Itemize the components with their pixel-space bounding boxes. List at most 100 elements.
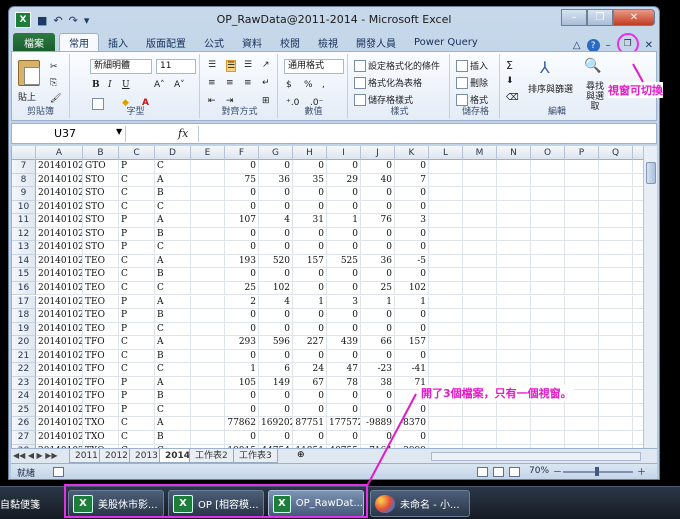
cell[interactable]: [565, 173, 599, 188]
cell[interactable]: [429, 417, 463, 431]
cell[interactable]: [463, 363, 497, 377]
row-header[interactable]: 16: [12, 281, 36, 296]
cell[interactable]: [531, 417, 565, 431]
row-header[interactable]: 20: [12, 336, 36, 350]
cell[interactable]: 177572: [327, 417, 361, 431]
cell[interactable]: 0: [293, 187, 327, 201]
cell[interactable]: C: [119, 200, 155, 215]
cell[interactable]: [191, 227, 225, 242]
cell[interactable]: 0: [259, 390, 293, 404]
cell[interactable]: [463, 187, 497, 201]
cell[interactable]: [565, 322, 599, 337]
cell[interactable]: [429, 403, 463, 418]
fill-icon[interactable]: ⬇: [506, 76, 514, 86]
cell[interactable]: 47: [327, 363, 361, 377]
cell[interactable]: [463, 281, 497, 296]
cell[interactable]: TFO: [83, 403, 119, 418]
cell[interactable]: [463, 431, 497, 445]
cell[interactable]: 0: [293, 281, 327, 296]
cell[interactable]: 0: [259, 349, 293, 364]
cell[interactable]: 0: [327, 200, 361, 215]
cell[interactable]: [191, 431, 225, 445]
cell[interactable]: [565, 417, 599, 431]
cell[interactable]: 0: [361, 227, 395, 242]
font-size-select[interactable]: 11: [156, 59, 196, 74]
cell[interactable]: A: [155, 417, 191, 431]
cell[interactable]: 0: [225, 227, 259, 242]
cell[interactable]: 67: [293, 376, 327, 391]
cell[interactable]: 0: [395, 187, 429, 201]
cell[interactable]: 0: [259, 241, 293, 255]
cell[interactable]: [497, 187, 531, 201]
cell[interactable]: [429, 254, 463, 269]
cell[interactable]: A: [155, 173, 191, 188]
cell[interactable]: 1: [361, 295, 395, 310]
cell[interactable]: STO: [83, 214, 119, 228]
normal-view-icon[interactable]: [477, 467, 488, 477]
cell[interactable]: [497, 281, 531, 296]
cell[interactable]: [531, 187, 565, 201]
cell[interactable]: 0: [327, 390, 361, 404]
cell[interactable]: [565, 363, 599, 377]
tab-home[interactable]: 常用: [59, 33, 99, 51]
cell[interactable]: 29: [327, 173, 361, 188]
autosum-icon[interactable]: Σ: [506, 59, 513, 72]
column-header-b[interactable]: B: [83, 146, 119, 160]
cell[interactable]: [429, 363, 463, 377]
cell[interactable]: C: [119, 187, 155, 201]
row-header[interactable]: 8: [12, 173, 36, 188]
cell[interactable]: A: [155, 254, 191, 269]
cell[interactable]: TEO: [83, 268, 119, 282]
cell[interactable]: 525: [327, 254, 361, 269]
cell[interactable]: [497, 268, 531, 282]
cell[interactable]: 20140102: [36, 227, 83, 242]
zoom-out-button[interactable]: －: [553, 465, 562, 478]
cell[interactable]: 4: [259, 295, 293, 310]
cell[interactable]: TEO: [83, 254, 119, 269]
cell[interactable]: [599, 254, 633, 269]
cell[interactable]: 20140102: [36, 281, 83, 296]
cell[interactable]: [599, 173, 633, 188]
column-header-d[interactable]: D: [155, 146, 191, 160]
cell[interactable]: 20140102: [36, 160, 83, 174]
column-header-h[interactable]: H: [293, 146, 327, 160]
cell[interactable]: 0: [293, 160, 327, 174]
cell[interactable]: 4: [259, 214, 293, 228]
cell[interactable]: 0: [327, 309, 361, 323]
cell[interactable]: [531, 309, 565, 323]
cell[interactable]: P: [119, 403, 155, 418]
clear-icon[interactable]: ⌫: [506, 93, 519, 103]
cell[interactable]: -5: [395, 254, 429, 269]
cell[interactable]: [565, 431, 599, 445]
row-header[interactable]: 13: [12, 241, 36, 255]
cell[interactable]: [531, 403, 565, 418]
cell[interactable]: 0: [327, 160, 361, 174]
cell[interactable]: C: [155, 241, 191, 255]
cell[interactable]: 0: [327, 227, 361, 242]
cell[interactable]: 38: [361, 376, 395, 391]
cell[interactable]: P: [119, 227, 155, 242]
cell[interactable]: 0: [361, 322, 395, 337]
sheet-tab-4[interactable]: 工作表2: [189, 449, 234, 463]
cell[interactable]: 20140102: [36, 376, 83, 391]
cell[interactable]: [531, 173, 565, 188]
cell[interactable]: 0: [259, 322, 293, 337]
column-header-l[interactable]: L: [429, 146, 463, 160]
cell[interactable]: C: [119, 281, 155, 296]
cell[interactable]: [463, 295, 497, 310]
cell[interactable]: TFO: [83, 349, 119, 364]
cell[interactable]: 0: [293, 227, 327, 242]
cell[interactable]: 0: [225, 309, 259, 323]
cell[interactable]: [531, 254, 565, 269]
sheet-tab-5[interactable]: 工作表3: [233, 449, 278, 463]
cell[interactable]: [429, 309, 463, 323]
cell[interactable]: 20140102: [36, 214, 83, 228]
cell[interactable]: 0: [327, 403, 361, 418]
cell[interactable]: 0: [259, 431, 293, 445]
row-header[interactable]: 12: [12, 227, 36, 242]
cell[interactable]: [599, 390, 633, 404]
find-select-icon[interactable]: 🔍: [584, 58, 601, 74]
cell[interactable]: 596: [259, 336, 293, 350]
cell[interactable]: [497, 227, 531, 242]
cell[interactable]: [599, 417, 633, 431]
